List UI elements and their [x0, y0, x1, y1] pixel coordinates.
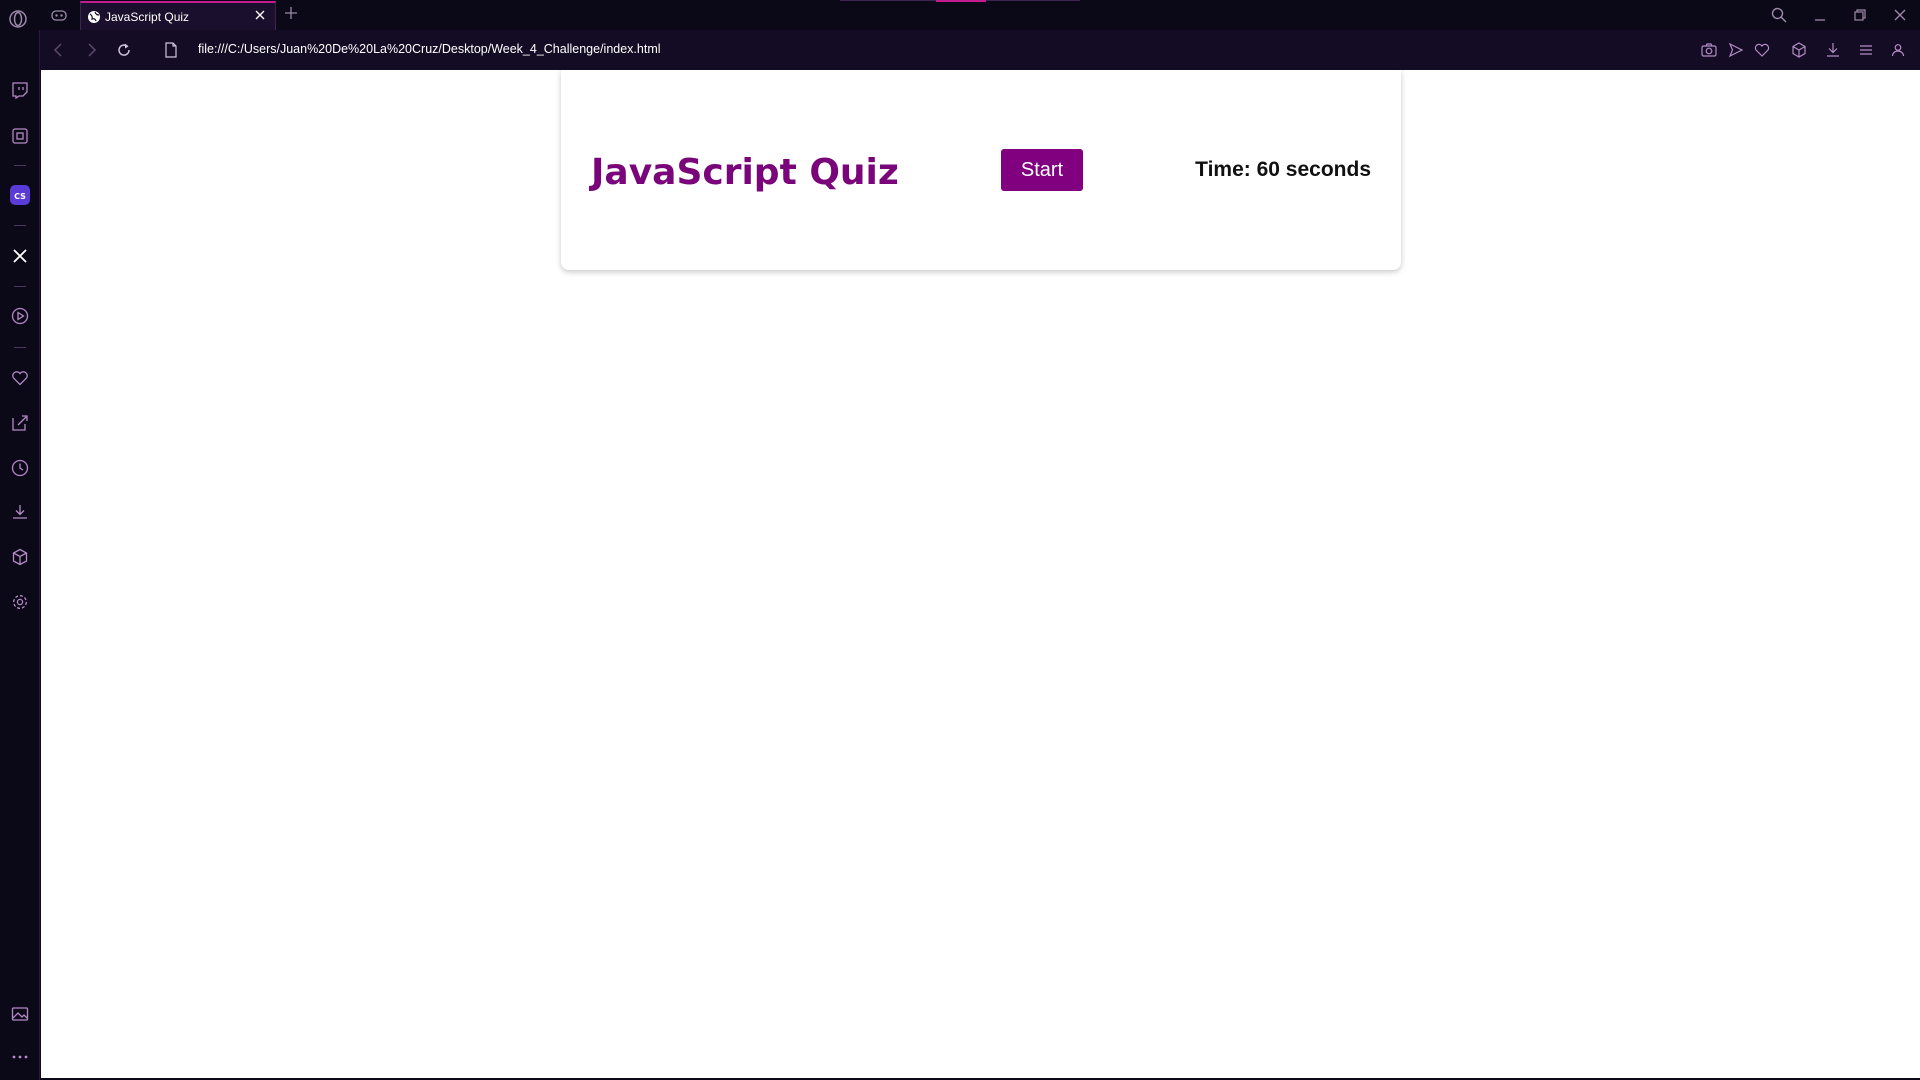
tab-title: JavaScript Quiz: [105, 10, 190, 24]
heart-icon[interactable]: [1753, 41, 1771, 59]
close-window-icon[interactable]: [1891, 6, 1909, 24]
cs-app-icon[interactable]: CS: [10, 185, 30, 205]
forward-icon[interactable]: [82, 41, 100, 59]
restore-icon[interactable]: [1851, 6, 1869, 24]
x-icon[interactable]: [10, 246, 30, 266]
twitch-icon[interactable]: [10, 80, 30, 100]
new-tab-icon[interactable]: [284, 6, 298, 20]
close-tab-icon[interactable]: [253, 8, 267, 22]
player-icon[interactable]: [10, 306, 30, 326]
sidebar: CS: [0, 30, 40, 1080]
quiz-title: JavaScript Quiz: [591, 152, 899, 193]
pinboard-icon[interactable]: [10, 413, 30, 433]
reload-icon[interactable]: [115, 41, 133, 59]
search-tabs-icon[interactable]: [1770, 6, 1788, 24]
gamepad-icon[interactable]: [50, 7, 68, 23]
sidebar-divider: [14, 286, 26, 287]
minimize-icon[interactable]: [1811, 6, 1829, 24]
browser-window: JavaScript Quiz file:///C:/Users/Juan%20…: [0, 0, 1920, 1080]
settings-icon[interactable]: [10, 592, 30, 612]
download-icon[interactable]: [1824, 41, 1842, 59]
top-accent: [936, 0, 986, 2]
quiz-header-card: JavaScript Quiz Start Time: 60 seconds: [561, 70, 1401, 270]
cube-icon[interactable]: [1790, 41, 1808, 59]
sidebar-divider: [14, 165, 26, 166]
history-icon[interactable]: [10, 458, 30, 478]
opera-gx-logo-icon[interactable]: [8, 8, 30, 30]
more-icon[interactable]: [10, 1047, 30, 1067]
start-button[interactable]: Start: [1001, 149, 1083, 191]
address-bar-url[interactable]: file:///C:/Users/Juan%20De%20La%20Cruz/D…: [198, 42, 661, 56]
gallery-icon[interactable]: [10, 1004, 30, 1024]
profile-icon[interactable]: [1889, 41, 1907, 59]
send-icon[interactable]: [1727, 41, 1745, 59]
svg-text:CS: CS: [14, 192, 26, 201]
tab-javascript-quiz[interactable]: JavaScript Quiz: [80, 1, 276, 30]
downloads-icon[interactable]: [10, 502, 30, 522]
page-info-icon[interactable]: [164, 41, 178, 59]
menu-icon[interactable]: [1857, 41, 1875, 59]
heart-icon[interactable]: [10, 368, 30, 388]
globe-icon: [87, 10, 101, 24]
timer-text: Time: 60 seconds: [1195, 158, 1371, 181]
tab-bar: JavaScript Quiz: [0, 0, 1920, 30]
wallet-icon[interactable]: [10, 126, 30, 146]
back-icon[interactable]: [50, 41, 68, 59]
extensions-icon[interactable]: [10, 547, 30, 567]
camera-icon[interactable]: [1700, 41, 1718, 59]
page-viewport: JavaScript Quiz Start Time: 60 seconds: [41, 70, 1920, 1078]
sidebar-divider: [14, 347, 26, 348]
address-toolbar: file:///C:/Users/Juan%20De%20La%20Cruz/D…: [40, 30, 1920, 70]
sidebar-divider: [14, 225, 26, 226]
